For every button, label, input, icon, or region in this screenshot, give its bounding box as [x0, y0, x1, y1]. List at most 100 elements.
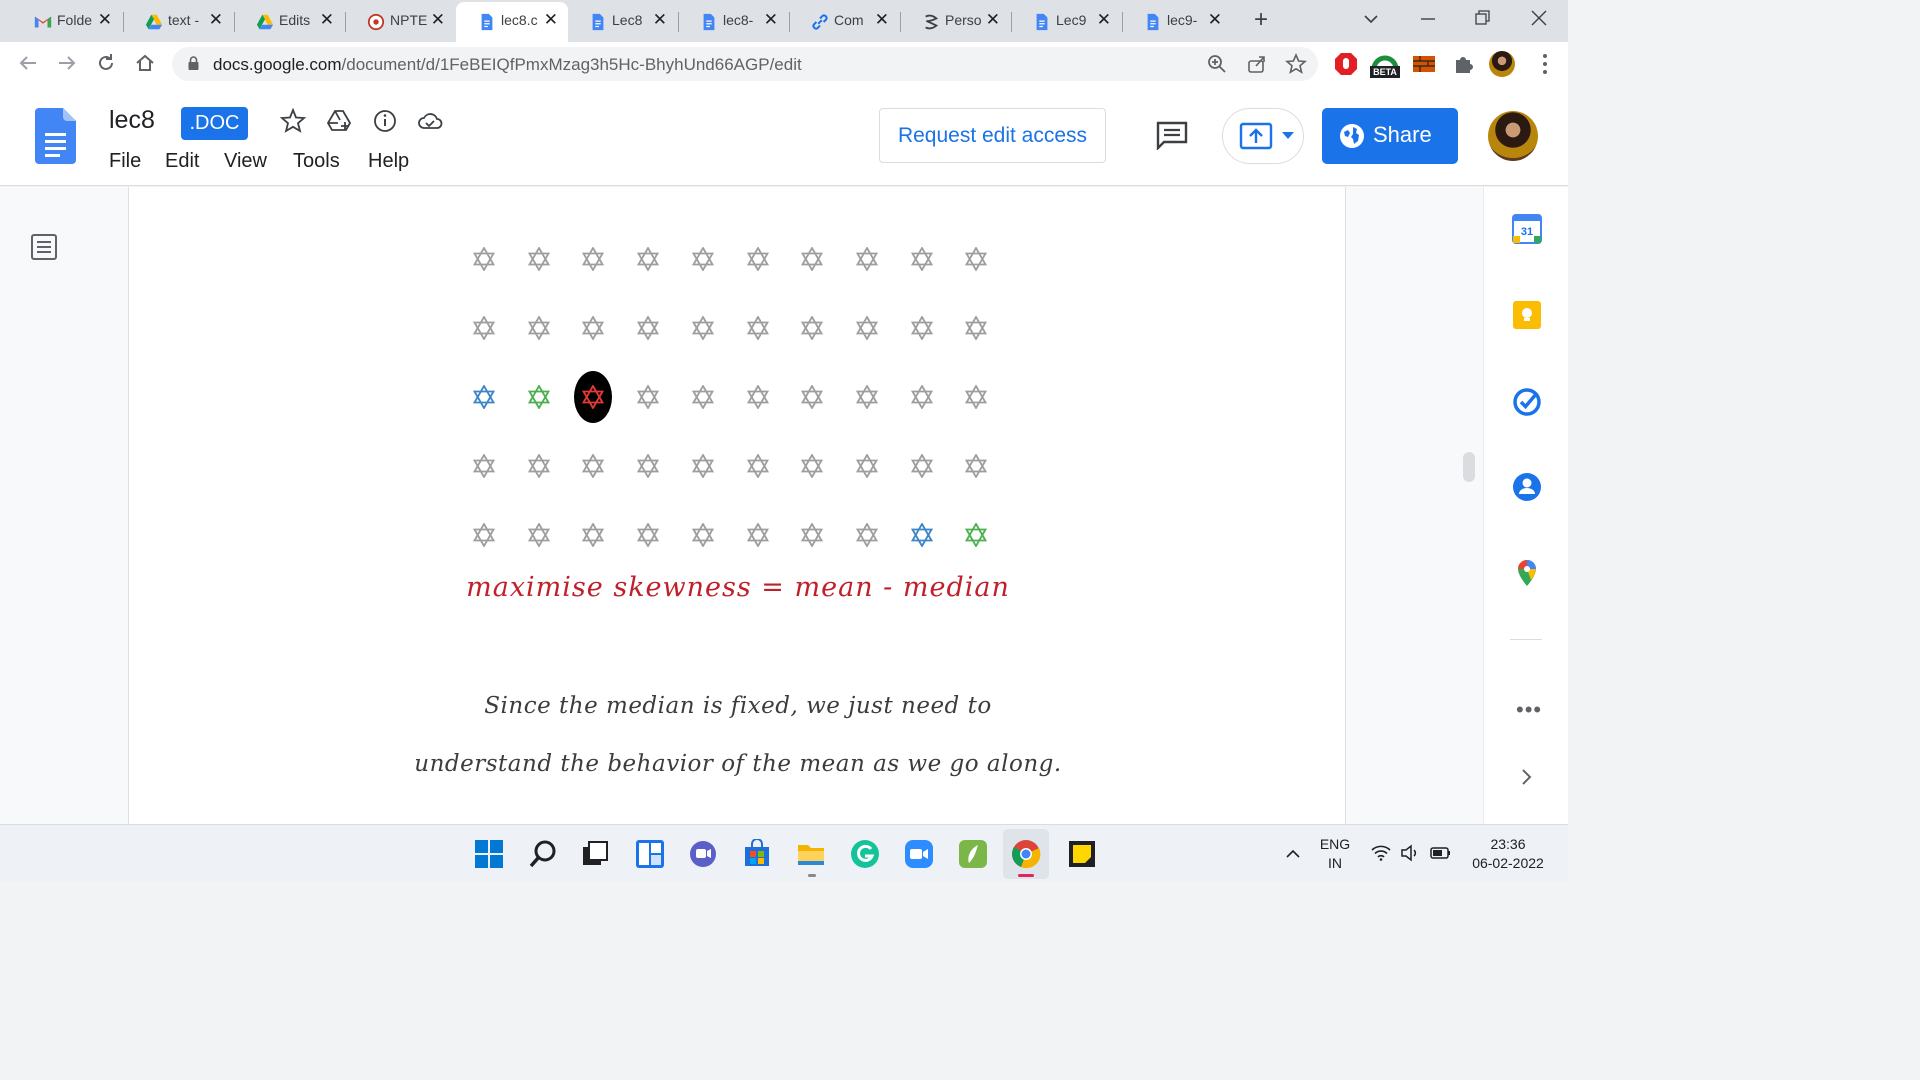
tab-5[interactable]: Lec8 ✕ — [567, 4, 677, 38]
tab-close-icon[interactable]: ✕ — [875, 10, 889, 30]
zoom-icon[interactable] — [1206, 53, 1228, 75]
scrollbar-thumb[interactable] — [1463, 452, 1475, 482]
tab-close-icon[interactable]: ✕ — [764, 10, 778, 30]
request-edit-access-button[interactable]: Request edit access — [879, 108, 1106, 163]
info-icon[interactable] — [372, 108, 398, 134]
tab-close-icon[interactable]: ✕ — [209, 10, 223, 30]
widgets-icon[interactable] — [635, 839, 665, 869]
tab-4[interactable]: lec8.c ✕ — [456, 2, 568, 42]
calendar-icon[interactable]: 31 — [1512, 214, 1542, 244]
adblock-extension-icon[interactable] — [1333, 51, 1359, 77]
volume-icon[interactable] — [1400, 844, 1420, 862]
comment-history-icon[interactable] — [1155, 120, 1189, 150]
lock-icon[interactable] — [188, 56, 199, 70]
tab-close-icon[interactable]: ✕ — [1208, 10, 1222, 30]
doc-title[interactable]: lec8 — [109, 106, 155, 135]
bookmark-star-icon[interactable] — [1285, 53, 1307, 75]
contacts-icon[interactable] — [1512, 472, 1542, 502]
share-button[interactable]: Share — [1322, 108, 1458, 164]
tab-10[interactable]: lec9- ✕ — [1122, 4, 1232, 38]
document-page[interactable]: maximise skewness = mean - median Since … — [128, 187, 1346, 824]
menu-file[interactable]: File — [109, 150, 141, 173]
tab-close-icon[interactable]: ✕ — [653, 10, 667, 30]
battery-icon[interactable] — [1430, 845, 1452, 861]
microsoft-store-icon[interactable] — [742, 839, 772, 869]
file-explorer-icon[interactable] — [796, 839, 826, 869]
home-icon[interactable] — [134, 52, 156, 74]
task-view-icon[interactable] — [580, 839, 610, 869]
menu-tools[interactable]: Tools — [293, 150, 340, 173]
tab-close-icon[interactable]: ✕ — [98, 10, 112, 30]
search-icon[interactable] — [528, 839, 558, 869]
teams-chat-icon[interactable] — [688, 839, 718, 869]
sticky-notes-icon[interactable] — [1067, 839, 1097, 869]
tab-7[interactable]: Com ✕ — [789, 4, 899, 38]
tasks-icon[interactable] — [1512, 387, 1542, 417]
clock[interactable]: 23:36 06-02-2022 — [1462, 835, 1554, 873]
beta-extension-icon[interactable]: BETA — [1370, 51, 1400, 78]
minimize-icon[interactable] — [1419, 10, 1437, 28]
tab-label: lec9- — [1167, 12, 1198, 28]
star-of-david-icon — [910, 454, 933, 478]
tab-close-icon[interactable]: ✕ — [986, 10, 1000, 30]
language-indicator[interactable]: ENG IN — [1318, 835, 1352, 873]
tab-close-icon[interactable]: ✕ — [1097, 10, 1111, 30]
tray-overflow-icon[interactable] — [1285, 847, 1301, 859]
new-tab-button[interactable]: + — [1254, 8, 1268, 32]
chrome-icon[interactable] — [1011, 839, 1041, 869]
tab-0[interactable]: Folde ✕ — [12, 4, 122, 38]
tab-3[interactable]: NPTE ✕ — [345, 4, 455, 38]
menu-help[interactable]: Help — [368, 150, 409, 173]
more-apps-icon[interactable]: ••• — [1516, 697, 1542, 723]
star-of-david-icon — [637, 523, 660, 547]
chevron-right-icon[interactable] — [1520, 767, 1534, 787]
tab-2[interactable]: Edits ✕ — [234, 4, 344, 38]
wifi-icon[interactable] — [1371, 845, 1391, 861]
star-of-david-icon — [691, 523, 714, 547]
evernote-icon[interactable] — [958, 839, 988, 869]
star-of-david-icon — [582, 247, 605, 271]
menu-view[interactable]: View — [224, 150, 267, 173]
tab-close-icon[interactable]: ✕ — [431, 10, 445, 30]
google-docs-logo-icon[interactable] — [35, 108, 76, 164]
tab-1[interactable]: text - ✕ — [123, 4, 233, 38]
reload-icon[interactable] — [95, 52, 117, 74]
tab-search-icon[interactable] — [1362, 10, 1380, 28]
tab-8[interactable]: Perso ✕ — [900, 4, 1010, 38]
star-of-david-icon — [855, 316, 878, 340]
profile-avatar[interactable] — [1489, 51, 1515, 77]
tab-9[interactable]: Lec9 ✕ — [1011, 4, 1121, 38]
grammarly-icon[interactable] — [850, 839, 880, 869]
chrome-menu-icon[interactable] — [1532, 51, 1558, 77]
document-outline-icon[interactable] — [30, 233, 58, 261]
brick-extension-icon[interactable] — [1411, 51, 1437, 77]
omnibox[interactable]: docs.google.com/document/d/1FeBEIQfPmxMz… — [172, 47, 1318, 81]
time-text: 23:36 — [1490, 836, 1526, 852]
close-window-icon[interactable] — [1530, 9, 1548, 27]
tab-6[interactable]: lec8- ✕ — [678, 4, 788, 38]
side-panel-divider — [1510, 639, 1542, 640]
tab-close-icon[interactable]: ✕ — [320, 10, 334, 30]
menu-edit[interactable]: Edit — [165, 150, 199, 173]
back-icon[interactable] — [17, 52, 39, 74]
extensions-puzzle-icon[interactable] — [1451, 51, 1477, 77]
url-text[interactable]: docs.google.com/document/d/1FeBEIQfPmxMz… — [213, 55, 802, 75]
present-button[interactable] — [1222, 108, 1304, 164]
cloud-saved-icon[interactable] — [417, 108, 443, 134]
restore-icon[interactable] — [1474, 9, 1492, 27]
account-avatar[interactable] — [1488, 111, 1538, 161]
start-icon[interactable] — [474, 839, 504, 869]
maps-icon[interactable] — [1512, 558, 1542, 588]
tab-close-icon[interactable]: ✕ — [544, 10, 558, 30]
star-of-david-icon — [746, 316, 769, 340]
keep-icon[interactable] — [1512, 300, 1542, 330]
star-of-david-icon — [582, 385, 605, 409]
forward-icon[interactable] — [56, 52, 78, 74]
handwriting-line-1: Since the median is fixed, we just need … — [484, 693, 992, 719]
zoom-app-icon[interactable] — [904, 839, 934, 869]
move-to-drive-icon[interactable] — [326, 108, 352, 134]
star-of-david-icon — [965, 523, 988, 547]
star-icon[interactable] — [280, 108, 306, 134]
share-page-icon[interactable] — [1246, 53, 1268, 75]
google-docs-icon — [1036, 13, 1048, 31]
